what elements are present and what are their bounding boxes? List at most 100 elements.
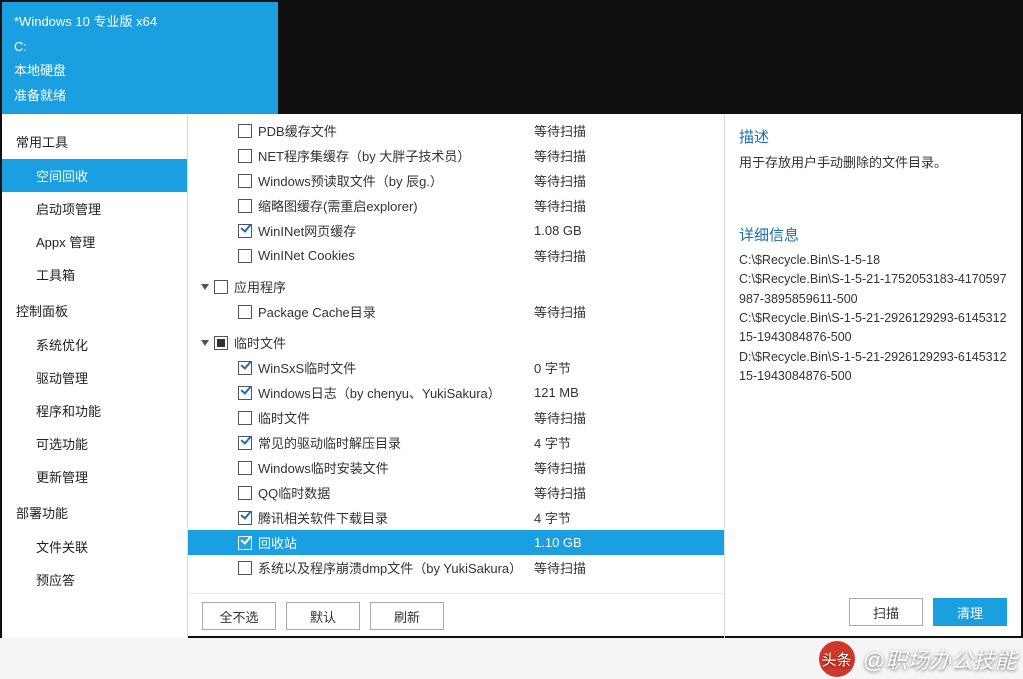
checkbox[interactable] — [238, 224, 252, 238]
scan-item-label: WinINet网页缓存 — [258, 221, 356, 240]
scan-item-row[interactable]: 缩略图缓存(需重启explorer) 等待扫描 — [188, 193, 724, 218]
scan-item-status: 1.08 GB — [524, 223, 724, 238]
scan-item-row[interactable]: Package Cache目录等待扫描 — [188, 299, 724, 324]
system-info-panel: *Windows 10 专业版 x64 C: 本地硬盘 准备就绪 — [2, 2, 278, 114]
scan-item-row[interactable]: PDB缓存文件等待扫描 — [188, 118, 724, 143]
sidebar-item[interactable]: 系统优化 — [2, 328, 187, 361]
scan-item-label: WinINet Cookies — [258, 248, 355, 263]
scan-item-status: 等待扫描 — [524, 458, 724, 477]
scan-group-label: 临时文件 — [234, 333, 286, 352]
scan-item-status: 1.10 GB — [524, 535, 724, 550]
refresh-button[interactable]: 刷新 — [370, 602, 444, 630]
expand-triangle-icon[interactable] — [198, 336, 212, 350]
scan-item-label: 临时文件 — [258, 408, 310, 427]
sidebar-section-title: 部署功能 — [2, 493, 187, 530]
sidebar-item[interactable]: 更新管理 — [2, 460, 187, 493]
scan-group-row[interactable]: 临时文件 — [188, 330, 724, 355]
sidebar-item[interactable]: 程序和功能 — [2, 394, 187, 427]
default-button[interactable]: 默认 — [286, 602, 360, 630]
scan-item-row[interactable]: 临时文件 等待扫描 — [188, 405, 724, 430]
detail-panel: 描述 用于存放用户手动删除的文件目录。 详细信息 C:\$Recycle.Bin… — [724, 114, 1021, 638]
sidebar-section-title: 控制面板 — [2, 291, 187, 328]
checkbox[interactable] — [238, 511, 252, 525]
detail-path-line: C:\$Recycle.Bin\S-1-5-21-1752053183-4170… — [739, 270, 1007, 309]
scan-item-label: QQ临时数据 — [258, 483, 330, 502]
sidebar-item[interactable]: 可选功能 — [2, 427, 187, 460]
detail-path-line: D:\$Recycle.Bin\S-1-5-21-2926129293-6145… — [739, 348, 1007, 387]
sidebar-item[interactable]: 驱动管理 — [2, 361, 187, 394]
scan-item-status: 等待扫描 — [524, 408, 724, 427]
detail-path-line: C:\$Recycle.Bin\S-1-5-21-2926129293-6145… — [739, 309, 1007, 348]
sidebar-item[interactable]: 空间回收 — [2, 159, 187, 192]
scan-item-row[interactable]: QQ临时数据等待扫描 — [188, 480, 724, 505]
checkbox[interactable] — [214, 336, 228, 350]
center-button-row: 全不选 默认 刷新 — [188, 593, 724, 638]
scan-item-label: 回收站 — [258, 533, 297, 552]
os-version-text: *Windows 10 专业版 x64 — [14, 10, 266, 35]
disk-type-text: 本地硬盘 — [14, 59, 266, 84]
details-path-list: C:\$Recycle.Bin\S-1-5-18C:\$Recycle.Bin\… — [739, 251, 1007, 590]
right-button-row: 扫描 清理 — [739, 590, 1007, 626]
checkbox[interactable] — [214, 280, 228, 294]
checkbox[interactable] — [238, 174, 252, 188]
sidebar-item[interactable]: 文件关联 — [2, 530, 187, 563]
scan-item-label: 系统以及程序崩溃dmp文件（by YukiSakura） — [258, 558, 522, 577]
scan-item-status: 4 字节 — [524, 508, 724, 527]
title-bar-spacer — [278, 2, 1021, 114]
detail-path-line: C:\$Recycle.Bin\S-1-5-18 — [739, 251, 1007, 270]
description-text: 用于存放用户手动删除的文件目录。 — [739, 153, 1007, 174]
watermark-logo-icon: 头条 — [819, 641, 855, 677]
checkbox[interactable] — [238, 436, 252, 450]
sidebar-item[interactable]: 工具箱 — [2, 258, 187, 291]
app-window: *Windows 10 专业版 x64 C: 本地硬盘 准备就绪 常用工具空间回… — [0, 0, 1023, 638]
checkbox[interactable] — [238, 536, 252, 550]
checkbox[interactable] — [238, 461, 252, 475]
sidebar-item[interactable]: Appx 管理 — [2, 225, 187, 258]
sidebar-nav: 常用工具空间回收启动项管理Appx 管理工具箱控制面板系统优化驱动管理程序和功能… — [2, 114, 188, 638]
scan-item-row[interactable]: WinINet网页缓存 1.08 GB — [188, 218, 724, 243]
scan-item-row[interactable]: 常见的驱动临时解压目录4 字节 — [188, 430, 724, 455]
scan-item-row[interactable]: 系统以及程序崩溃dmp文件（by YukiSakura）等待扫描 — [188, 555, 724, 580]
scan-item-row[interactable]: WinSxS临时文件 0 字节 — [188, 355, 724, 380]
checkbox[interactable] — [238, 486, 252, 500]
drive-letter-text: C: — [14, 35, 266, 60]
scan-button[interactable]: 扫描 — [849, 598, 923, 626]
title-bar: *Windows 10 专业版 x64 C: 本地硬盘 准备就绪 — [2, 2, 1021, 114]
scan-item-row[interactable]: Windows临时安装文件等待扫描 — [188, 455, 724, 480]
checkbox[interactable] — [238, 561, 252, 575]
checkbox[interactable] — [238, 386, 252, 400]
checkbox[interactable] — [238, 305, 252, 319]
scan-item-row[interactable]: NET程序集缓存（by 大胖子技术员）等待扫描 — [188, 143, 724, 168]
scan-item-label: 缩略图缓存(需重启explorer) — [258, 196, 418, 215]
checkbox[interactable] — [238, 199, 252, 213]
scan-item-row[interactable]: 回收站 1.10 GB — [188, 530, 724, 555]
scan-item-status: 等待扫描 — [524, 146, 724, 165]
checkbox[interactable] — [238, 124, 252, 138]
deselect-all-button[interactable]: 全不选 — [202, 602, 276, 630]
scan-item-status: 等待扫描 — [524, 196, 724, 215]
ready-status-text: 准备就绪 — [14, 84, 266, 109]
sidebar-item[interactable]: 预应答 — [2, 563, 187, 596]
checkbox[interactable] — [238, 149, 252, 163]
sidebar-item[interactable]: 启动项管理 — [2, 192, 187, 225]
scan-item-row[interactable]: WinINet Cookies 等待扫描 — [188, 243, 724, 268]
clean-button[interactable]: 清理 — [933, 598, 1007, 626]
checkbox[interactable] — [238, 361, 252, 375]
watermark: 头条 @职场办公技能 — [819, 641, 1017, 677]
scan-item-status: 等待扫描 — [524, 121, 724, 140]
scan-item-label: Package Cache目录 — [258, 302, 376, 321]
scan-item-label: WinSxS临时文件 — [258, 358, 356, 377]
checkbox[interactable] — [238, 249, 252, 263]
scan-item-status: 4 字节 — [524, 433, 724, 452]
scan-item-row[interactable]: Windows预读取文件（by 辰g.）等待扫描 — [188, 168, 724, 193]
checkbox[interactable] — [238, 411, 252, 425]
scan-group-row[interactable]: 应用程序 — [188, 274, 724, 299]
scan-item-row[interactable]: 腾讯相关软件下载目录4 字节 — [188, 505, 724, 530]
scan-item-status: 等待扫描 — [524, 171, 724, 190]
expand-triangle-icon[interactable] — [198, 280, 212, 294]
scan-item-status: 等待扫描 — [524, 246, 724, 265]
main-content-row: 常用工具空间回收启动项管理Appx 管理工具箱控制面板系统优化驱动管理程序和功能… — [2, 114, 1021, 638]
scan-item-status: 0 字节 — [524, 358, 724, 377]
scan-item-list[interactable]: PDB缓存文件等待扫描NET程序集缓存（by 大胖子技术员）等待扫描Window… — [188, 114, 724, 593]
scan-item-row[interactable]: Windows日志（by chenyu、YukiSakura）121 MB — [188, 380, 724, 405]
